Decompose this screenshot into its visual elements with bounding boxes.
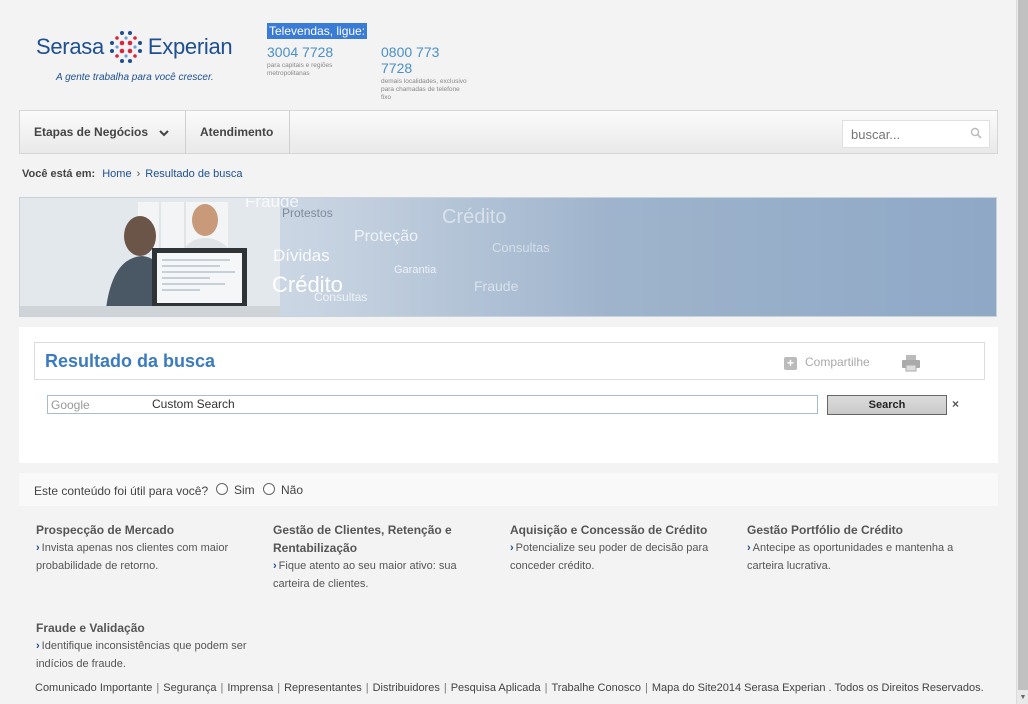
logo-tagline: A gente trabalha para você crescer. xyxy=(56,72,214,83)
breadcrumb-home-link[interactable]: Home xyxy=(102,168,131,180)
custom-search-text: Custom Search xyxy=(152,397,235,411)
footer-separator: | xyxy=(277,682,281,694)
solution-column: Fraude e Validação › Identifique inconsis… xyxy=(36,619,261,673)
nav-item-atendimento[interactable]: Atendimento xyxy=(186,111,290,153)
arrow-right-icon: › xyxy=(510,542,514,554)
banner-word: Dívidas xyxy=(273,246,330,265)
banner-word: Crédito xyxy=(442,206,507,228)
solution-column: Gestão Portfólio de Crédito › Antecipe as… xyxy=(747,521,972,575)
footer-link[interactable]: Distribuidores xyxy=(373,682,440,694)
search-button[interactable]: Search xyxy=(827,395,947,415)
feedback-option-no[interactable]: Não xyxy=(263,483,303,497)
feedback-bar: Este conteúdo foi útil para você? Sim Nã… xyxy=(19,473,998,506)
feedback-option-yes[interactable]: Sim xyxy=(216,483,255,497)
footer-separator: | xyxy=(220,682,224,694)
logo-brand-left: Serasa xyxy=(36,34,104,59)
site-search xyxy=(842,120,990,148)
nav-item-label: Atendimento xyxy=(200,125,274,139)
breadcrumb-label: Você está em: xyxy=(22,168,96,180)
footer-separator: | xyxy=(156,682,160,694)
radio-yes[interactable] xyxy=(216,483,228,495)
plus-icon: + xyxy=(784,357,797,370)
vertical-scrollbar[interactable]: ▼ xyxy=(1016,0,1028,704)
breadcrumb-current[interactable]: Resultado de busca xyxy=(145,168,242,180)
solution-text: Potencialize seu poder de decisão para c… xyxy=(510,542,709,572)
phone-number[interactable]: 3004 7728 xyxy=(267,44,357,60)
clear-search-icon[interactable]: × xyxy=(952,397,959,411)
custom-search-input[interactable]: Google Custom Search xyxy=(47,395,818,414)
solution-text: Invista apenas nos clientes com maior pr… xyxy=(36,542,229,572)
chevron-down-icon xyxy=(159,130,170,137)
solution-text: Identifique inconsistências que podem se… xyxy=(36,640,247,670)
serasa-experian-logo[interactable]: Serasa Experian A gente trabalha para voc… xyxy=(36,26,236,86)
scrollbar-thumb[interactable] xyxy=(1018,0,1028,690)
arrow-right-icon: › xyxy=(36,640,40,652)
solution-column: Aquisição e Concessão de Crédito › Potenc… xyxy=(510,521,730,575)
banner-word: Garantia xyxy=(394,264,437,276)
footer-separator: | xyxy=(443,682,447,694)
solution-title[interactable]: Aquisição e Concessão de Crédito xyxy=(510,521,730,539)
banner-word: Fraude xyxy=(474,278,519,294)
solution-title[interactable]: Gestão Portfólio de Crédito xyxy=(747,521,972,539)
footer-link[interactable]: Imprensa xyxy=(227,682,273,694)
solution-title[interactable]: Fraude e Validação xyxy=(36,619,261,637)
search-icon[interactable] xyxy=(970,127,982,139)
breadcrumb: Você está em: Home › Resultado de busca xyxy=(22,168,242,180)
televendas-label: Televendas, ligue: xyxy=(267,23,368,39)
feedback-yes-label: Sim xyxy=(234,483,255,497)
footer: Comunicado Importante | Segurança | Imprensa… xyxy=(35,682,984,694)
logo-dots-icon xyxy=(110,31,142,63)
arrow-right-icon: › xyxy=(747,542,751,554)
results-titlebar: Resultado da busca + Compartilhe xyxy=(34,342,985,380)
banner-photo xyxy=(20,198,280,316)
breadcrumb-separator: › xyxy=(136,168,141,180)
main-nav: Etapas de Negócios Atendimento xyxy=(19,110,998,154)
share-button[interactable]: + Compartilhe xyxy=(784,355,870,370)
hero-banner: Fraude Protestos Crédito Proteção Consul… xyxy=(19,197,997,317)
phone-entry: 0800 773 7728 demais localidades, exclus… xyxy=(381,44,471,102)
share-label: Compartilhe xyxy=(805,355,870,369)
feedback-question: Este conteúdo foi útil para você? xyxy=(34,484,209,498)
footer-link[interactable]: Trabalhe Conosco xyxy=(551,682,640,694)
banner-word: Consultas xyxy=(314,290,368,304)
footer-link[interactable]: Comunicado Importante xyxy=(35,682,152,694)
nav-item-etapas-de-negocios[interactable]: Etapas de Negócios xyxy=(20,111,186,153)
scroll-down-icon[interactable]: ▼ xyxy=(1017,692,1028,704)
arrow-right-icon: › xyxy=(273,560,277,572)
nav-item-label: Etapas de Negócios xyxy=(34,125,149,139)
footer-separator: | xyxy=(644,682,648,694)
solution-title[interactable]: Prospecção de Mercado xyxy=(36,521,256,539)
solution-text: Fique atento ao seu maior ativo: sua car… xyxy=(273,560,457,590)
arrow-right-icon: › xyxy=(36,542,40,554)
banner-word: Protestos xyxy=(282,206,333,220)
footer-link[interactable]: Segurança xyxy=(163,682,216,694)
phone-note: demais localidades, exclusivo para chama… xyxy=(381,78,467,101)
footer-link[interactable]: Representantes xyxy=(284,682,362,694)
print-icon[interactable] xyxy=(901,354,921,372)
results-title: Resultado da busca xyxy=(45,351,216,371)
footer-link[interactable]: Pesquisa Aplicada xyxy=(451,682,541,694)
footer-separator: | xyxy=(544,682,548,694)
solution-title[interactable]: Gestão de Clientes, Retenção e Rentabili… xyxy=(273,521,493,557)
logo-brand-right: Experian xyxy=(147,34,233,59)
banner-people-illustration xyxy=(20,198,280,316)
google-watermark: Google xyxy=(51,398,90,412)
solution-text: Antecipe as oportunidades e mantenha a c… xyxy=(747,542,954,572)
banner-word: Proteção xyxy=(354,228,419,245)
search-results-panel: Resultado da busca + Compartilhe Google C… xyxy=(19,327,998,463)
footer-copyright: 2014 Serasa Experian . Todos os Direitos… xyxy=(716,682,984,694)
phone-entry: 3004 7728 para capitais e regiões metrop… xyxy=(267,44,357,102)
page: Serasa Experian A gente trabalha para voc… xyxy=(0,0,1016,704)
footer-separator: | xyxy=(365,682,369,694)
site-search-input[interactable] xyxy=(843,121,961,147)
banner-word: Consultas xyxy=(492,240,550,255)
phone-number[interactable]: 0800 773 7728 xyxy=(381,44,471,76)
radio-no[interactable] xyxy=(263,483,275,495)
televendas-block: Televendas, ligue: 3004 7728 para capita… xyxy=(267,22,497,102)
footer-link[interactable]: Mapa do Site xyxy=(652,682,717,694)
phone-note: para capitais e regiões metropolitanas xyxy=(267,62,333,77)
solution-column: Gestão de Clientes, Retenção e Rentabili… xyxy=(273,521,493,593)
feedback-no-label: Não xyxy=(281,483,304,497)
solution-column: Prospecção de Mercado › Invista apenas no… xyxy=(36,521,256,575)
